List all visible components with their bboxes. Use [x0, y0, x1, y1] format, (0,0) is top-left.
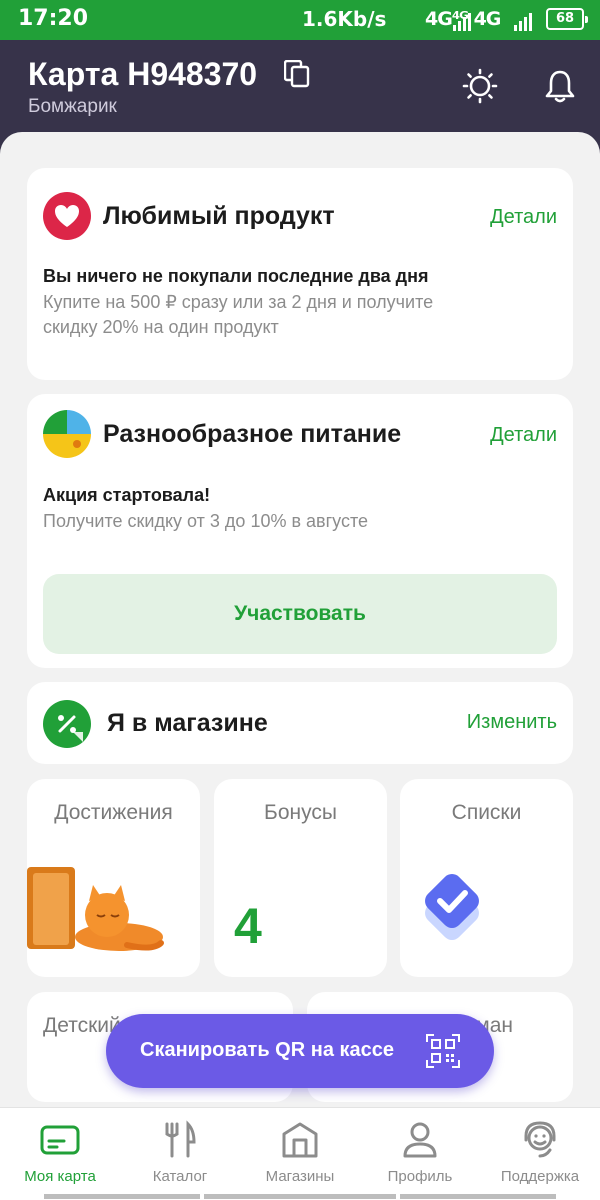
brightness-icon[interactable] [462, 68, 498, 104]
achievements-title: Достижения [54, 801, 173, 824]
card-number-title: Карта Н948370 [28, 56, 258, 92]
main-content: Любимый продукт Детали Вы ничего не поку… [0, 132, 600, 1107]
support-icon [524, 1121, 556, 1158]
participate-button[interactable]: Участвовать [43, 574, 557, 654]
system-gesture-bar [0, 1194, 600, 1200]
bonuses-title: Бонусы [264, 801, 337, 824]
favorite-product-title: Любимый продукт [103, 202, 335, 230]
card-icon [40, 1125, 80, 1155]
nav-profile-label: Профиль [387, 1168, 453, 1185]
card-owner-name: Бомжарик [28, 96, 117, 117]
nav-my-card[interactable]: Моя карта [0, 1108, 120, 1200]
in-store-change-link[interactable]: Изменить [467, 711, 557, 734]
profile-icon [403, 1122, 437, 1158]
app-header: Карта Н948370 Бомжарик [0, 40, 600, 140]
gesture-segment-1 [44, 1194, 200, 1199]
achievements-tile[interactable]: Достижения [27, 779, 200, 977]
diverse-nutrition-card[interactable]: Разнообразное питание Детали Акция старт… [27, 394, 573, 668]
nav-profile[interactable]: Профиль [360, 1108, 480, 1200]
nav-catalog-label: Каталог [152, 1168, 208, 1185]
checklist-icon [425, 874, 479, 940]
favorite-offer-line1: Купите на 500 ₽ сразу или за 2 дня и пол… [43, 292, 434, 312]
status-time: 17:20 [18, 6, 89, 31]
favorite-offer-line2: скидку 20% на один продукт [43, 317, 279, 337]
heart-icon [43, 192, 91, 240]
cat-illustration [27, 867, 164, 951]
nav-support[interactable]: Поддержка [480, 1108, 600, 1200]
scan-qr-button[interactable]: Сканировать QR на кассе [106, 1014, 494, 1088]
status-bar: 17:20 1.6Kb/s 4G⁴ᴳ 4G 68 [0, 0, 600, 40]
lists-title: Списки [451, 801, 522, 824]
nav-my-card-label: Моя карта [24, 1168, 96, 1185]
bottom-navigation: Моя карта Каталог Магазины Профиль Подде… [0, 1107, 600, 1200]
nav-stores-label: Магазины [265, 1168, 335, 1185]
scan-qr-label: Сканировать QR на кассе [140, 1039, 395, 1061]
nav-catalog[interactable]: Каталог [120, 1108, 240, 1200]
nav-stores[interactable]: Магазины [240, 1108, 360, 1200]
store-icon [282, 1122, 318, 1158]
diverse-details-link[interactable]: Детали [490, 424, 557, 447]
bell-icon[interactable] [542, 68, 578, 104]
nav-support-label: Поддержка [500, 1168, 580, 1185]
favorite-product-card[interactable]: Любимый продукт Детали Вы ничего не поку… [27, 168, 573, 380]
qr-code-icon [426, 1034, 460, 1068]
favorite-details-link[interactable]: Детали [490, 206, 557, 229]
favorite-status-text: Вы ничего не покупали последние два дня [43, 266, 429, 286]
signal-icon [453, 13, 471, 31]
in-store-card[interactable]: Я в магазине Изменить [27, 682, 573, 764]
gesture-segment-3 [400, 1194, 556, 1199]
in-store-title: Я в магазине [107, 709, 268, 737]
gesture-segment-2 [204, 1194, 396, 1199]
bonuses-value: 4 [234, 898, 262, 954]
status-speed: 1.6Kb/s [302, 7, 387, 31]
discount-tag-icon [43, 700, 91, 748]
copy-icon[interactable] [284, 60, 310, 88]
bonuses-tile[interactable]: Бонусы 4 [214, 779, 387, 977]
diverse-offer-text: Получите скидку от 3 до 10% в августе [43, 511, 369, 531]
nutrition-icon [43, 410, 91, 458]
diverse-nutrition-title: Разнообразное питание [103, 420, 402, 448]
battery-icon: 68 [546, 8, 588, 30]
diverse-status-text: Акция стартовала! [43, 485, 211, 505]
lists-tile[interactable]: Списки [400, 779, 573, 977]
signal-icon-2 [514, 13, 532, 31]
cutlery-icon [165, 1120, 196, 1158]
